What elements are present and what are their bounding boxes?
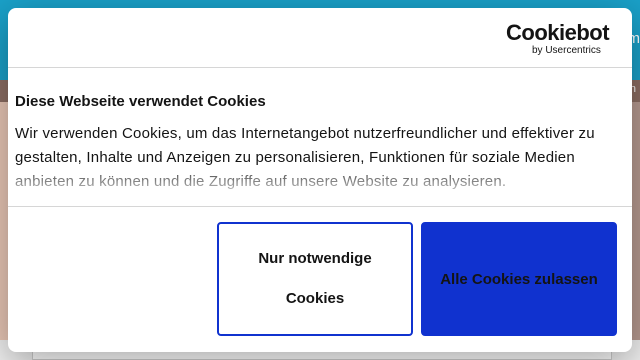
dialog-title: Diese Webseite verwendet Cookies: [15, 93, 266, 110]
dialog-header: Cookiebot by Usercentrics: [8, 8, 632, 68]
cookiebot-logo[interactable]: Cookiebot by Usercentrics: [506, 20, 618, 57]
dialog-content: Diese Webseite verwendet Cookies Wir ver…: [15, 92, 615, 198]
cookiebot-logo-main: Cookiebot: [506, 20, 610, 45]
allow-all-cookies-button[interactable]: Alle Cookies zulassen: [421, 222, 617, 336]
dialog-text-fade: [15, 170, 615, 198]
dialog-divider: [8, 206, 632, 207]
cookiebot-logo-sub: by Usercentrics: [532, 45, 601, 56]
necessary-cookies-button[interactable]: Nur notwendige Cookies: [217, 222, 413, 336]
